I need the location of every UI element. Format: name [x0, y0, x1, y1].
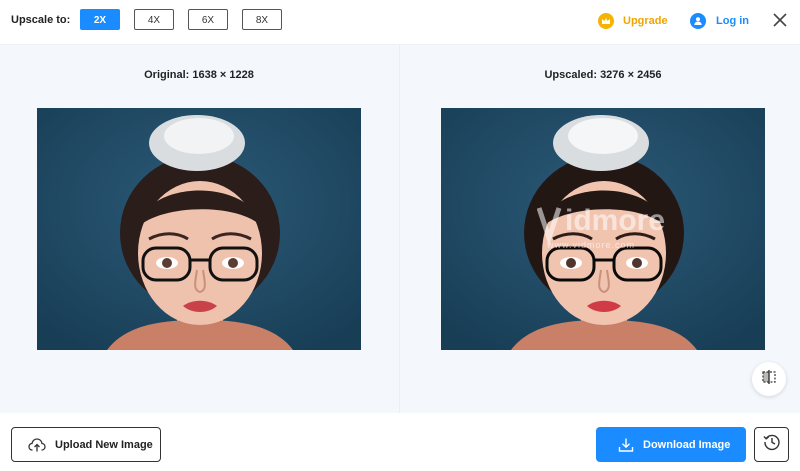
portrait-illustration [37, 108, 361, 350]
compare-split-button[interactable] [752, 362, 786, 396]
upload-label: Upload New Image [55, 438, 153, 451]
history-icon [762, 433, 781, 456]
history-button[interactable] [754, 427, 789, 462]
download-image-button[interactable]: Download Image [596, 427, 746, 462]
cloud-upload-icon [28, 437, 46, 452]
scale-6x-button[interactable]: 6X [188, 9, 228, 30]
watermark-text: idmore [565, 204, 666, 237]
close-icon[interactable] [772, 12, 788, 28]
user-icon [690, 13, 706, 29]
upscaled-image: idmore www.vidmore.com [441, 108, 765, 350]
upscale-label: Upscale to: [11, 14, 71, 26]
scale-2x-button[interactable]: 2X [80, 9, 120, 30]
download-label: Download Image [643, 438, 731, 451]
original-title: Original: 1638 × 1228 [144, 69, 254, 81]
scale-4x-button[interactable]: 4X [134, 9, 174, 30]
upload-new-image-button[interactable]: Upload New Image [11, 427, 161, 462]
top-toolbar: Upscale to: 2X 4X 6X 8X Upgrade Log in [0, 0, 800, 45]
crown-icon [598, 13, 614, 29]
bottom-toolbar: Upload New Image Download Image [0, 413, 800, 471]
upgrade-button[interactable]: Upgrade [598, 12, 668, 30]
scale-8x-button[interactable]: 8X [242, 9, 282, 30]
preview-area: Original: 1638 × 1228 Upscaled: 3276 × 2… [0, 45, 800, 413]
original-image [37, 108, 361, 350]
upscaled-title: Upscaled: 3276 × 2456 [544, 69, 662, 81]
login-label: Log in [716, 15, 749, 27]
compare-split-icon [761, 369, 777, 390]
upgrade-label: Upgrade [623, 15, 668, 27]
panel-divider [399, 45, 400, 413]
download-icon [618, 437, 634, 453]
login-button[interactable]: Log in [690, 12, 749, 30]
vidmore-watermark: idmore www.vidmore.com [536, 200, 677, 252]
watermark-url: www.vidmore.com [547, 240, 636, 250]
